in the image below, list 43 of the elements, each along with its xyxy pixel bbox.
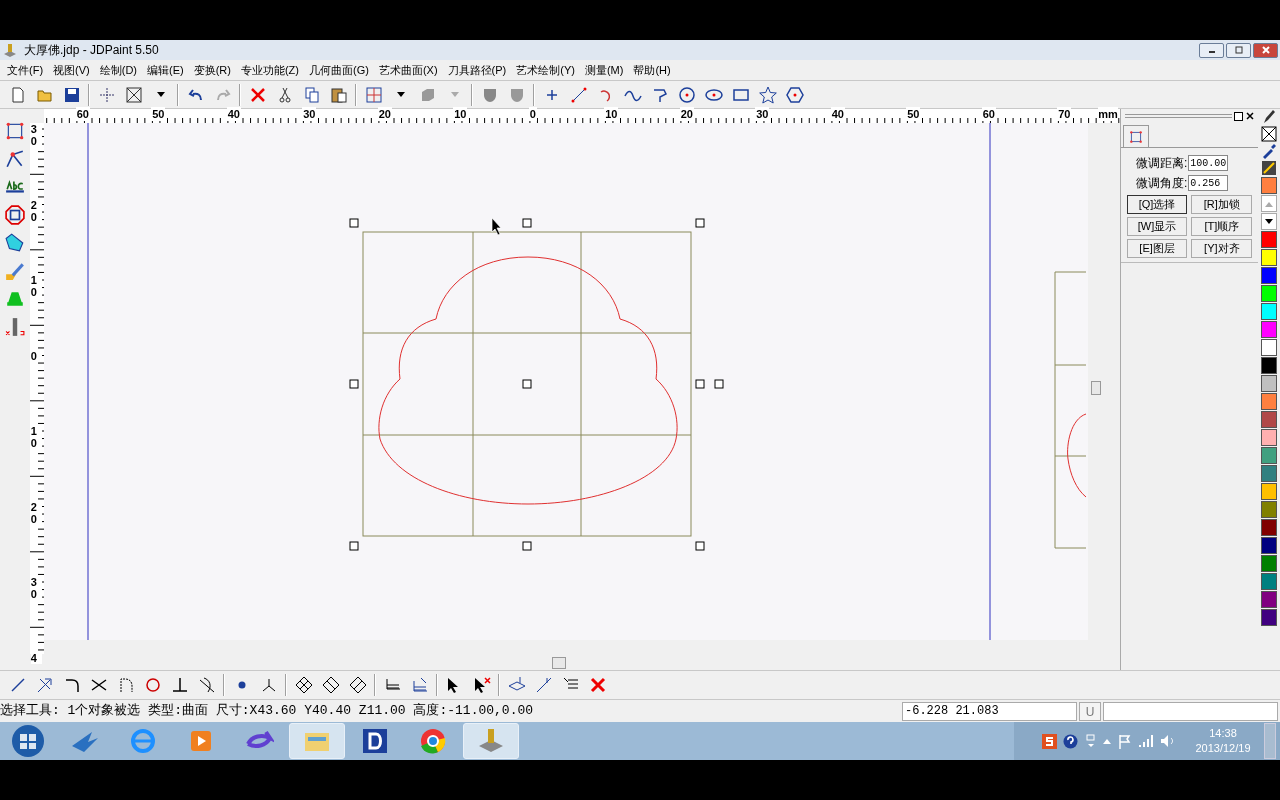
menu-item[interactable]: 艺术曲面(X) — [373, 61, 443, 79]
window-title: 大厚佛.jdp - JDPaint 5.50 — [24, 42, 159, 59]
ruler-label: 30 — [30, 576, 42, 601]
status-message: 选择工具: 1个对象被选 类型:曲面 尺寸:X43.60 Y40.40 Z11.00 高度:-11.00,0.00 — [0, 702, 535, 720]
ruler-label: 0 — [528, 107, 537, 121]
panel-button[interactable]: [R]加锁 — [1191, 195, 1253, 214]
panel-button[interactable]: [Q]选择 — [1126, 195, 1188, 214]
menu-item[interactable]: 绘制(D) — [94, 61, 142, 79]
input-field[interactable]: 0.256 — [1188, 175, 1229, 191]
ruler-label: 50 — [151, 107, 166, 121]
ruler-unit: mm — [1098, 107, 1118, 121]
menu-item[interactable]: 视图(V) — [48, 61, 95, 79]
input-field[interactable]: 100.00 — [1188, 155, 1229, 171]
menu-item[interactable]: 帮助(H) — [628, 61, 676, 79]
ruler-label: 30 — [302, 107, 317, 121]
menu-item[interactable]: 编辑(E) — [142, 61, 189, 79]
ruler-label: 30 — [755, 107, 770, 121]
ruler-label: 10 — [30, 425, 42, 450]
panel-button[interactable]: [E]图层 — [1126, 239, 1188, 258]
ruler-label: 20 — [30, 500, 42, 525]
unit-button[interactable]: U — [1079, 701, 1101, 721]
menu-item[interactable]: 艺术绘制(Y) — [511, 61, 580, 79]
panel-button[interactable]: [T]顺序 — [1191, 217, 1253, 236]
ruler-label: 20 — [30, 198, 42, 223]
coordinates-field: -6.228 21.083 — [902, 701, 1077, 721]
menu-item[interactable]: 测量(M) — [579, 61, 629, 79]
ruler-label: 70 — [1057, 107, 1072, 121]
menu-item[interactable]: 几何曲面(G) — [304, 61, 374, 79]
ruler-label: 10 — [30, 274, 42, 299]
field-label: 微调距离: — [1135, 155, 1188, 172]
ruler-label: 30 — [30, 123, 42, 148]
menu-item[interactable]: 刀具路径(P) — [442, 61, 512, 79]
menu-item[interactable]: 文件(F) — [2, 61, 49, 79]
menu-item[interactable]: 专业功能(Z) — [235, 61, 304, 79]
field-label: 微调角度: — [1135, 175, 1188, 192]
ruler-label: 10 — [453, 107, 468, 121]
ruler-label: 10 — [604, 107, 619, 121]
panel-button[interactable]: [Y]对齐 — [1191, 239, 1253, 258]
menu-item[interactable]: 变换(R) — [188, 61, 236, 79]
ruler-label: 0 — [30, 349, 42, 362]
ruler-label: 4 — [30, 651, 42, 664]
ruler-label: 50 — [906, 107, 921, 121]
panel-button[interactable]: [W]显示 — [1126, 217, 1188, 236]
